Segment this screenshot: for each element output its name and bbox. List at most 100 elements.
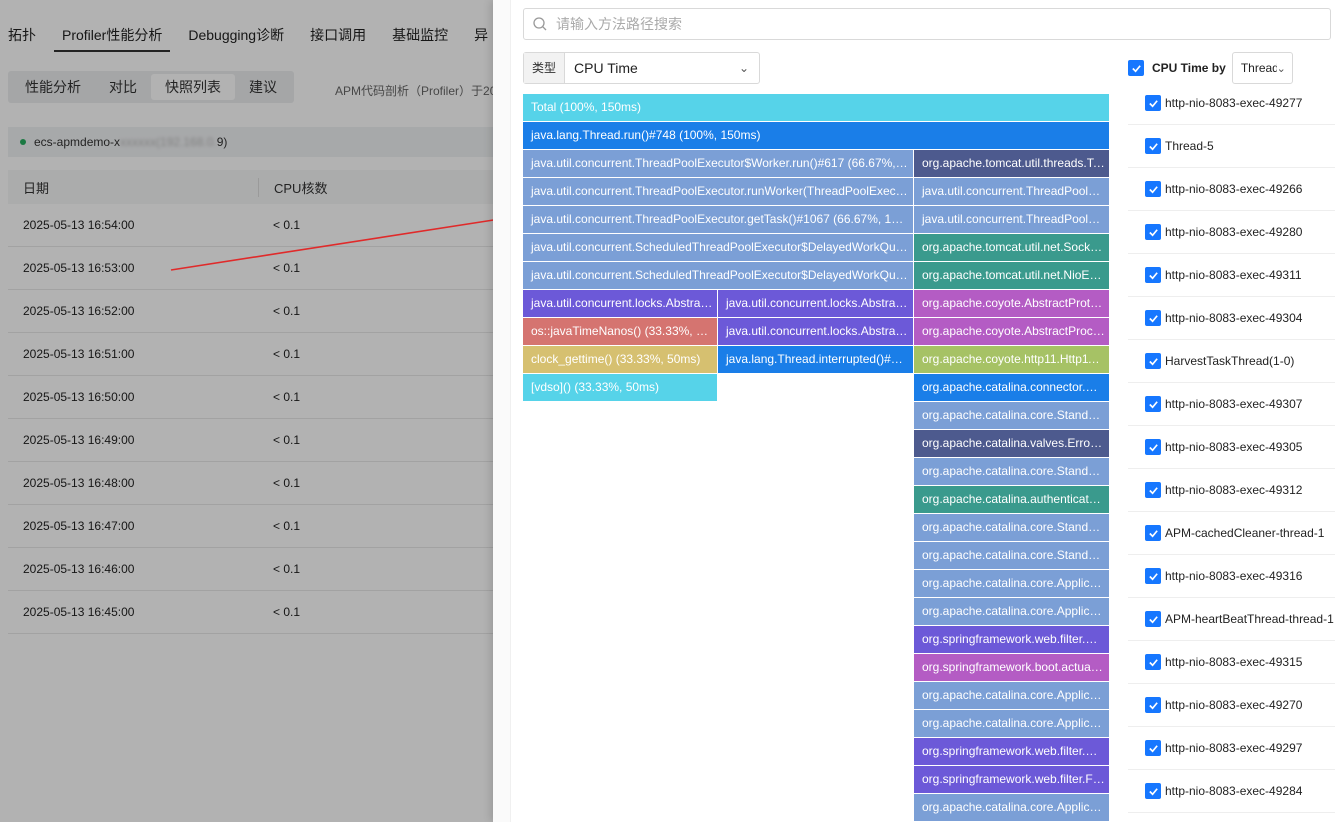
- flame-frame[interactable]: org.apache.catalina.authenticator.Authen…: [914, 486, 1109, 513]
- flame-frame[interactable]: org.springframework.web.filter.OncePerRe…: [914, 738, 1109, 765]
- flame-frame[interactable]: org.apache.catalina.connector.CoyoteAdap…: [914, 374, 1109, 401]
- thread-label: APM-cachedCleaner-thread-1: [1165, 526, 1325, 540]
- thread-checkbox[interactable]: [1145, 138, 1161, 154]
- thread-checkbox[interactable]: [1145, 654, 1161, 670]
- flame-frame[interactable]: org.apache.catalina.core.StandardEngineV…: [914, 402, 1109, 429]
- thread-checkbox[interactable]: [1145, 439, 1161, 455]
- thread-item[interactable]: http-nio-8083-exec-49284: [1128, 770, 1335, 813]
- method-search[interactable]: [523, 8, 1331, 40]
- flame-frame[interactable]: org.springframework.boot.actuate.metrics…: [914, 654, 1109, 681]
- thread-item[interactable]: HarvestTaskThread(1-0): [1128, 340, 1335, 383]
- thread-label: http-nio-8083-exec-49266: [1165, 182, 1303, 196]
- thread-checkbox[interactable]: [1145, 310, 1161, 326]
- thread-label: http-nio-8083-exec-49312: [1165, 483, 1303, 497]
- thread-checkbox[interactable]: [1145, 181, 1161, 197]
- flame-frame[interactable]: os::javaTimeNanos() (33.33%, 50ms): [523, 318, 717, 345]
- thread-item[interactable]: http-nio-8083-exec-49270: [1128, 684, 1335, 727]
- flame-frame[interactable]: org.apache.catalina.core.ApplicationFilt…: [914, 598, 1109, 625]
- thread-label: http-nio-8083-exec-49311: [1165, 268, 1302, 282]
- flame-frame[interactable]: java.util.concurrent.ThreadPoolExecutor$…: [914, 178, 1109, 205]
- thread-checkbox[interactable]: [1145, 482, 1161, 498]
- flame-frame[interactable]: java.util.concurrent.locks.AbstractQueue…: [523, 290, 717, 317]
- thread-label: APM-heartBeatThread-thread-1: [1165, 612, 1334, 626]
- flame-frame[interactable]: org.apache.catalina.core.StandardWrapper…: [914, 542, 1109, 569]
- flame-frame[interactable]: org.apache.catalina.core.ApplicationFilt…: [914, 570, 1109, 597]
- thread-checkbox[interactable]: [1145, 396, 1161, 412]
- drawer-edge: [493, 0, 511, 822]
- select-all-checkbox[interactable]: [1128, 60, 1144, 76]
- search-icon: [533, 17, 547, 31]
- flame-frame[interactable]: org.springframework.web.filter.FormConte…: [914, 766, 1109, 793]
- flame-frame[interactable]: [vdso]() (33.33%, 50ms): [523, 374, 717, 401]
- flame-frame[interactable]: org.apache.catalina.valves.ErrorReportVa…: [914, 430, 1109, 457]
- flame-frame[interactable]: org.apache.catalina.core.ApplicationFilt…: [914, 794, 1109, 821]
- thread-item[interactable]: APM-heartBeatThread-thread-1: [1128, 598, 1335, 641]
- flame-frame[interactable]: java.lang.Thread.run()#748 (100%, 150ms): [523, 122, 1109, 149]
- thread-item[interactable]: http-nio-8083-exec-49307: [1128, 383, 1335, 426]
- thread-item[interactable]: http-nio-8083-exec-49277: [1128, 82, 1335, 125]
- flame-frame[interactable]: org.apache.catalina.core.StandardContext…: [914, 514, 1109, 541]
- thread-item[interactable]: http-nio-8083-exec-49297: [1128, 727, 1335, 770]
- flame-frame[interactable]: java.util.concurrent.ScheduledThreadPool…: [523, 262, 913, 289]
- search-input[interactable]: [556, 16, 1316, 32]
- thread-checkbox[interactable]: [1145, 353, 1161, 369]
- flame-frame[interactable]: org.apache.coyote.AbstractProtocol$Conne…: [914, 290, 1109, 317]
- type-value[interactable]: CPU Time ⌄: [565, 53, 759, 83]
- flame-frame[interactable]: org.apache.tomcat.util.threads.TaskThrea…: [914, 150, 1109, 177]
- flame-frame[interactable]: org.apache.tomcat.util.net.NioEndpoint$S…: [914, 262, 1109, 289]
- thread-item[interactable]: http-nio-8083-exec-49266: [1128, 168, 1335, 211]
- thread-item[interactable]: http-nio-8083-exec-49315: [1128, 641, 1335, 684]
- check-icon: [1148, 529, 1158, 537]
- thread-checkbox[interactable]: [1145, 267, 1161, 283]
- thread-checkbox[interactable]: [1145, 783, 1161, 799]
- group-by-select[interactable]: Thread ⌄: [1231, 52, 1293, 84]
- thread-item[interactable]: http-nio-8083-exec-49316: [1128, 555, 1335, 598]
- thread-item[interactable]: http-nio-8083-exec-49312: [1128, 469, 1335, 512]
- flame-frame[interactable]: java.util.concurrent.ScheduledThreadPool…: [523, 234, 913, 261]
- check-icon: [1148, 142, 1158, 150]
- thread-checkbox[interactable]: [1145, 611, 1161, 627]
- thread-item[interactable]: APM-cachedCleaner-thread-1: [1128, 512, 1335, 555]
- type-label: 类型: [524, 53, 565, 83]
- check-icon: [1148, 400, 1158, 408]
- flame-frame[interactable]: java.util.concurrent.ThreadPoolExecutor.…: [914, 206, 1109, 233]
- type-select[interactable]: 类型 CPU Time ⌄: [523, 52, 760, 84]
- thread-item[interactable]: Thread-5: [1128, 125, 1335, 168]
- flame-frame[interactable]: java.util.concurrent.locks.AbstractQueue…: [718, 290, 913, 317]
- check-icon: [1148, 486, 1158, 494]
- thread-checkbox[interactable]: [1145, 740, 1161, 756]
- thread-checkbox[interactable]: [1145, 568, 1161, 584]
- chevron-down-icon: ⌄: [1276, 61, 1286, 75]
- flame-frame[interactable]: org.apache.catalina.core.ApplicationFilt…: [914, 710, 1109, 737]
- thread-checkbox[interactable]: [1145, 224, 1161, 240]
- flame-frame[interactable]: java.util.concurrent.locks.AbstractQueue…: [718, 318, 913, 345]
- flame-frame[interactable]: org.springframework.web.filter.OncePerRe…: [914, 626, 1109, 653]
- thread-item[interactable]: http-nio-8083-exec-49304: [1128, 297, 1335, 340]
- check-icon: [1148, 185, 1158, 193]
- flame-frame[interactable]: org.apache.catalina.core.StandardHostVal…: [914, 458, 1109, 485]
- flame-frame[interactable]: org.apache.coyote.http11.Http11Processor…: [914, 346, 1109, 373]
- check-icon: [1148, 658, 1158, 666]
- thread-item[interactable]: http-nio-8083-exec-49311: [1128, 254, 1335, 297]
- flame-frame[interactable]: java.lang.Thread.interrupted()#944: [718, 346, 913, 373]
- thread-checkbox[interactable]: [1145, 697, 1161, 713]
- flame-frame[interactable]: org.apache.tomcat.util.net.SocketProcess…: [914, 234, 1109, 261]
- flame-frame[interactable]: java.util.concurrent.ThreadPoolExecutor.…: [523, 206, 913, 233]
- flame-frame[interactable]: org.apache.coyote.AbstractProcessorLight…: [914, 318, 1109, 345]
- flame-frame[interactable]: clock_gettime() (33.33%, 50ms): [523, 346, 717, 373]
- flame-frame[interactable]: org.apache.catalina.core.ApplicationFilt…: [914, 682, 1109, 709]
- flame-frame[interactable]: java.util.concurrent.ThreadPoolExecutor$…: [523, 150, 913, 177]
- thread-label: http-nio-8083-exec-49284: [1165, 784, 1303, 798]
- thread-checkbox[interactable]: [1145, 95, 1161, 111]
- thread-list: http-nio-8083-exec-49277 Thread-5 http-nio…: [1128, 82, 1335, 813]
- profiler-drawer: 类型 CPU Time ⌄ Total (100%, 150ms)java.la…: [493, 0, 1335, 822]
- flame-frame[interactable]: java.util.concurrent.ThreadPoolExecutor.…: [523, 178, 913, 205]
- thread-label: http-nio-8083-exec-49280: [1165, 225, 1303, 239]
- flame-frame[interactable]: Total (100%, 150ms): [523, 94, 1109, 121]
- thread-item[interactable]: http-nio-8083-exec-49280: [1128, 211, 1335, 254]
- thread-item[interactable]: http-nio-8083-exec-49305: [1128, 426, 1335, 469]
- thread-checkbox[interactable]: [1145, 525, 1161, 541]
- thread-label: http-nio-8083-exec-49315: [1165, 655, 1303, 669]
- thread-label: http-nio-8083-exec-49304: [1165, 311, 1303, 325]
- thread-panel: CPU Time by Thread ⌄ http-nio-8083-exec-…: [1128, 52, 1335, 822]
